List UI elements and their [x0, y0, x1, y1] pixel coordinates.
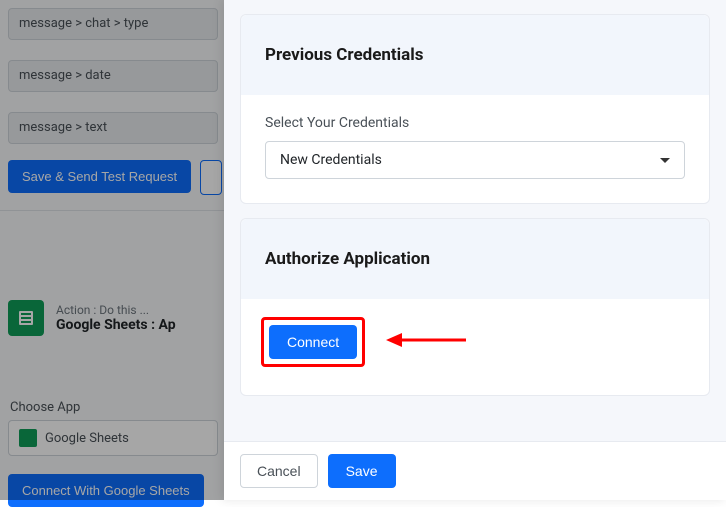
select-credentials-label: Select Your Credentials — [265, 115, 685, 131]
previous-credentials-card: Previous Credentials Select Your Credent… — [240, 14, 710, 204]
highlight-annotation: Connect — [261, 317, 365, 367]
connect-button[interactable]: Connect — [269, 325, 357, 359]
cancel-button[interactable]: Cancel — [240, 454, 318, 488]
panel-footer: Cancel Save — [224, 441, 726, 500]
credentials-panel: Previous Credentials Select Your Credent… — [224, 0, 726, 500]
save-button[interactable]: Save — [328, 454, 396, 488]
authorize-application-card: Authorize Application Connect — [240, 218, 710, 396]
arrow-annotation-icon — [386, 329, 466, 351]
chevron-down-icon — [660, 158, 670, 163]
authorize-application-title: Authorize Application — [241, 219, 709, 299]
credentials-select[interactable]: New Credentials — [265, 141, 685, 179]
previous-credentials-title: Previous Credentials — [241, 15, 709, 95]
credentials-select-value: New Credentials — [280, 152, 382, 168]
